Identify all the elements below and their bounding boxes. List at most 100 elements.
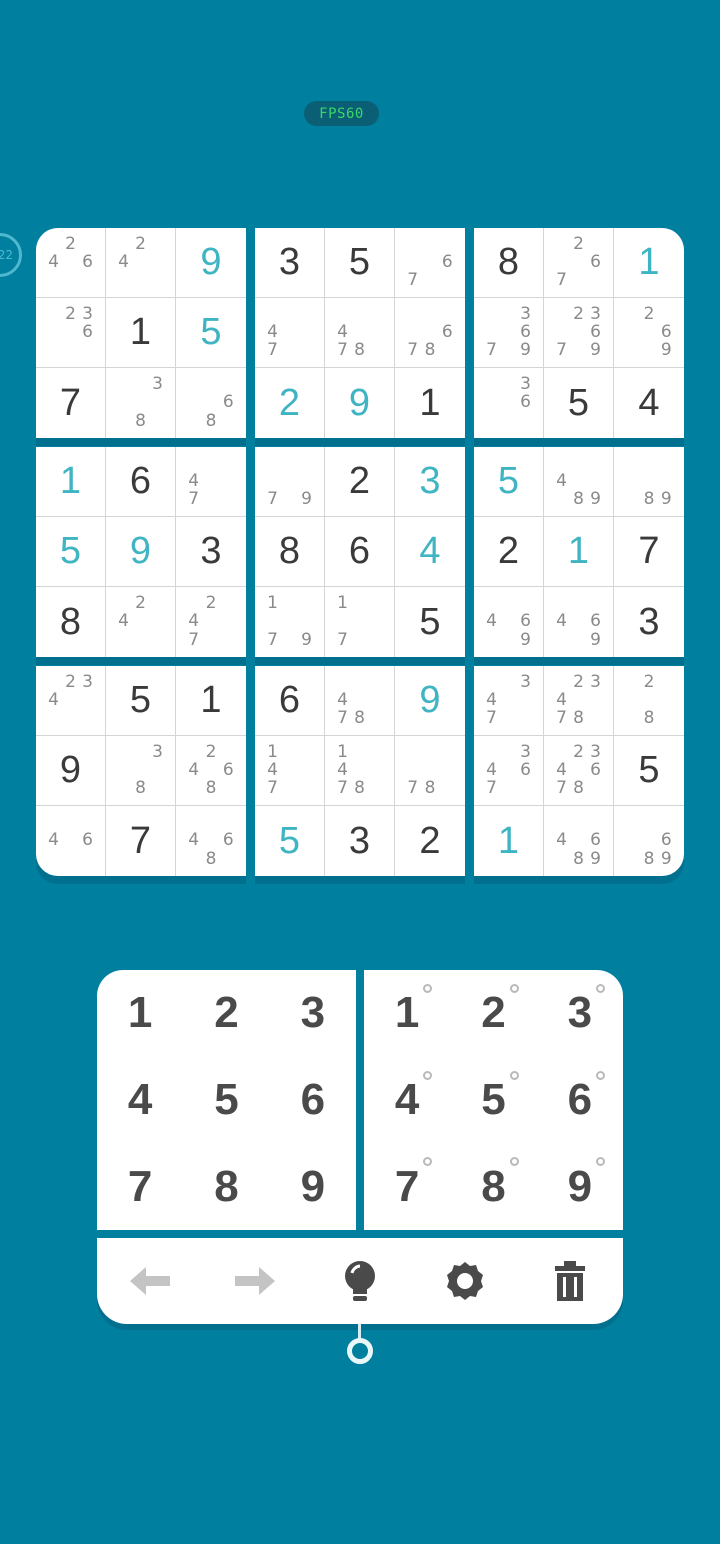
drag-handle[interactable] xyxy=(347,1338,373,1364)
note-key-8[interactable]: 8 xyxy=(450,1143,536,1230)
sudoku-cell[interactable]: 24 xyxy=(106,228,176,298)
note-key-3[interactable]: 3 xyxy=(537,970,623,1057)
sudoku-cell[interactable]: 47 xyxy=(176,447,246,517)
sudoku-cell[interactable]: 8 xyxy=(474,228,544,298)
sudoku-cell[interactable]: 5 xyxy=(325,228,395,298)
sudoku-cell[interactable]: 5 xyxy=(544,368,614,438)
note-key-2[interactable]: 2 xyxy=(450,970,536,1057)
sudoku-cell[interactable]: 6 xyxy=(325,517,395,587)
sudoku-cell[interactable]: 1 xyxy=(176,666,246,736)
note-key-4[interactable]: 4 xyxy=(364,1057,450,1144)
sudoku-cell[interactable]: 38 xyxy=(106,736,176,806)
sudoku-cell[interactable]: 478 xyxy=(325,666,395,736)
sudoku-cell[interactable]: 1 xyxy=(474,806,544,876)
sudoku-cell[interactable]: 3 xyxy=(614,587,684,657)
sudoku-cell[interactable]: 24 6 xyxy=(36,228,106,298)
sudoku-cell[interactable]: 2 xyxy=(255,368,325,438)
sudoku-cell[interactable]: 2 xyxy=(474,517,544,587)
sudoku-cell[interactable]: 7 xyxy=(106,806,176,876)
sudoku-cell[interactable]: 5 xyxy=(255,806,325,876)
sudoku-cell[interactable]: 5 xyxy=(614,736,684,806)
sudoku-cell[interactable]: 4 69 xyxy=(544,587,614,657)
number-key-5[interactable]: 5 xyxy=(183,1057,269,1144)
sudoku-cell[interactable]: 17 xyxy=(325,587,395,657)
sudoku-cell[interactable]: 3 xyxy=(395,447,465,517)
sudoku-cell[interactable]: 9 xyxy=(176,228,246,298)
sudoku-cell[interactable]: 236 xyxy=(36,298,106,368)
undo-button[interactable] xyxy=(120,1251,180,1311)
sudoku-cell[interactable]: 1478 xyxy=(325,736,395,806)
sudoku-cell[interactable]: 1 xyxy=(36,447,106,517)
sudoku-cell[interactable]: 89 xyxy=(614,447,684,517)
number-key-9[interactable]: 9 xyxy=(270,1143,356,1230)
sudoku-cell[interactable]: 9 xyxy=(36,736,106,806)
sudoku-cell[interactable]: 689 xyxy=(614,806,684,876)
number-key-7[interactable]: 7 xyxy=(97,1143,183,1230)
sudoku-cell[interactable]: 9 xyxy=(106,517,176,587)
sudoku-cell[interactable]: 147 xyxy=(255,736,325,806)
number-key-2[interactable]: 2 xyxy=(183,970,269,1057)
note-key-7[interactable]: 7 xyxy=(364,1143,450,1230)
sudoku-cell[interactable]: 1 xyxy=(106,298,176,368)
sudoku-cell[interactable]: 24 68 xyxy=(176,736,246,806)
sudoku-cell[interactable]: 6 xyxy=(255,666,325,736)
sudoku-cell[interactable]: 3 47 xyxy=(474,666,544,736)
number-key-3[interactable]: 3 xyxy=(270,970,356,1057)
sudoku-cell[interactable]: 8 xyxy=(255,517,325,587)
sudoku-cell[interactable]: 4 68 xyxy=(176,806,246,876)
sudoku-cell[interactable]: 23 478 xyxy=(544,666,614,736)
sudoku-cell[interactable]: 9 xyxy=(395,666,465,736)
sudoku-cell[interactable]: 46 xyxy=(36,806,106,876)
sudoku-cell[interactable]: 9 xyxy=(325,368,395,438)
sudoku-cell[interactable]: 4 xyxy=(614,368,684,438)
sudoku-cell[interactable]: 7 xyxy=(614,517,684,587)
sudoku-cell[interactable]: 28 xyxy=(614,666,684,736)
sudoku-cell[interactable]: 3 xyxy=(325,806,395,876)
sudoku-cell[interactable]: 2 xyxy=(325,447,395,517)
note-key-1[interactable]: 1 xyxy=(364,970,450,1057)
sudoku-cell[interactable]: 1 xyxy=(395,368,465,438)
sudoku-cell[interactable]: 6 78 xyxy=(395,298,465,368)
sudoku-cell[interactable]: 1 xyxy=(544,517,614,587)
sudoku-cell[interactable]: 236 7 9 xyxy=(544,298,614,368)
sudoku-cell[interactable]: 78 xyxy=(395,736,465,806)
sudoku-cell[interactable]: 1 xyxy=(614,228,684,298)
sudoku-cell[interactable]: 489 xyxy=(544,447,614,517)
sudoku-cell[interactable]: 3 xyxy=(176,517,246,587)
sudoku-cell[interactable]: 23 4 xyxy=(36,666,106,736)
number-key-1[interactable]: 1 xyxy=(97,970,183,1057)
sudoku-cell[interactable]: 269 xyxy=(614,298,684,368)
sudoku-cell[interactable]: 8 xyxy=(36,587,106,657)
sudoku-cell[interactable]: 2 xyxy=(395,806,465,876)
note-key-5[interactable]: 5 xyxy=(450,1057,536,1144)
sudoku-cell[interactable]: 47 xyxy=(255,298,325,368)
number-key-4[interactable]: 4 xyxy=(97,1057,183,1144)
redo-button[interactable] xyxy=(225,1251,285,1311)
number-key-8[interactable]: 8 xyxy=(183,1143,269,1230)
sudoku-cell[interactable]: 24 xyxy=(106,587,176,657)
sudoku-cell[interactable]: 3 4 6 7 xyxy=(474,736,544,806)
sudoku-cell[interactable]: 5 xyxy=(176,298,246,368)
sudoku-cell[interactable]: 26 7 xyxy=(544,228,614,298)
sudoku-cell[interactable]: 38 xyxy=(106,368,176,438)
number-key-6[interactable]: 6 xyxy=(270,1057,356,1144)
sudoku-cell[interactable]: 1 7 9 xyxy=(255,587,325,657)
note-key-9[interactable]: 9 xyxy=(537,1143,623,1230)
settings-button[interactable] xyxy=(435,1251,495,1311)
sudoku-cell[interactable]: 7 xyxy=(36,368,106,438)
sudoku-cell[interactable]: 3 xyxy=(255,228,325,298)
sudoku-cell[interactable]: 5 xyxy=(395,587,465,657)
sudoku-cell[interactable]: 6 xyxy=(106,447,176,517)
sudoku-cell[interactable]: 68 xyxy=(176,368,246,438)
sudoku-cell[interactable]: 36 7 9 xyxy=(474,298,544,368)
sudoku-cell[interactable]: 67 xyxy=(395,228,465,298)
sudoku-cell[interactable]: 79 xyxy=(255,447,325,517)
sudoku-cell[interactable]: 4 689 xyxy=(544,806,614,876)
note-key-6[interactable]: 6 xyxy=(537,1057,623,1144)
side-timer-knob[interactable]: 22 xyxy=(0,233,22,277)
sudoku-cell[interactable]: 5 xyxy=(36,517,106,587)
sudoku-cell[interactable]: 247 xyxy=(176,587,246,657)
erase-button[interactable] xyxy=(540,1251,600,1311)
sudoku-cell[interactable]: 23 4 6 78 xyxy=(544,736,614,806)
sudoku-cell[interactable]: 478 xyxy=(325,298,395,368)
